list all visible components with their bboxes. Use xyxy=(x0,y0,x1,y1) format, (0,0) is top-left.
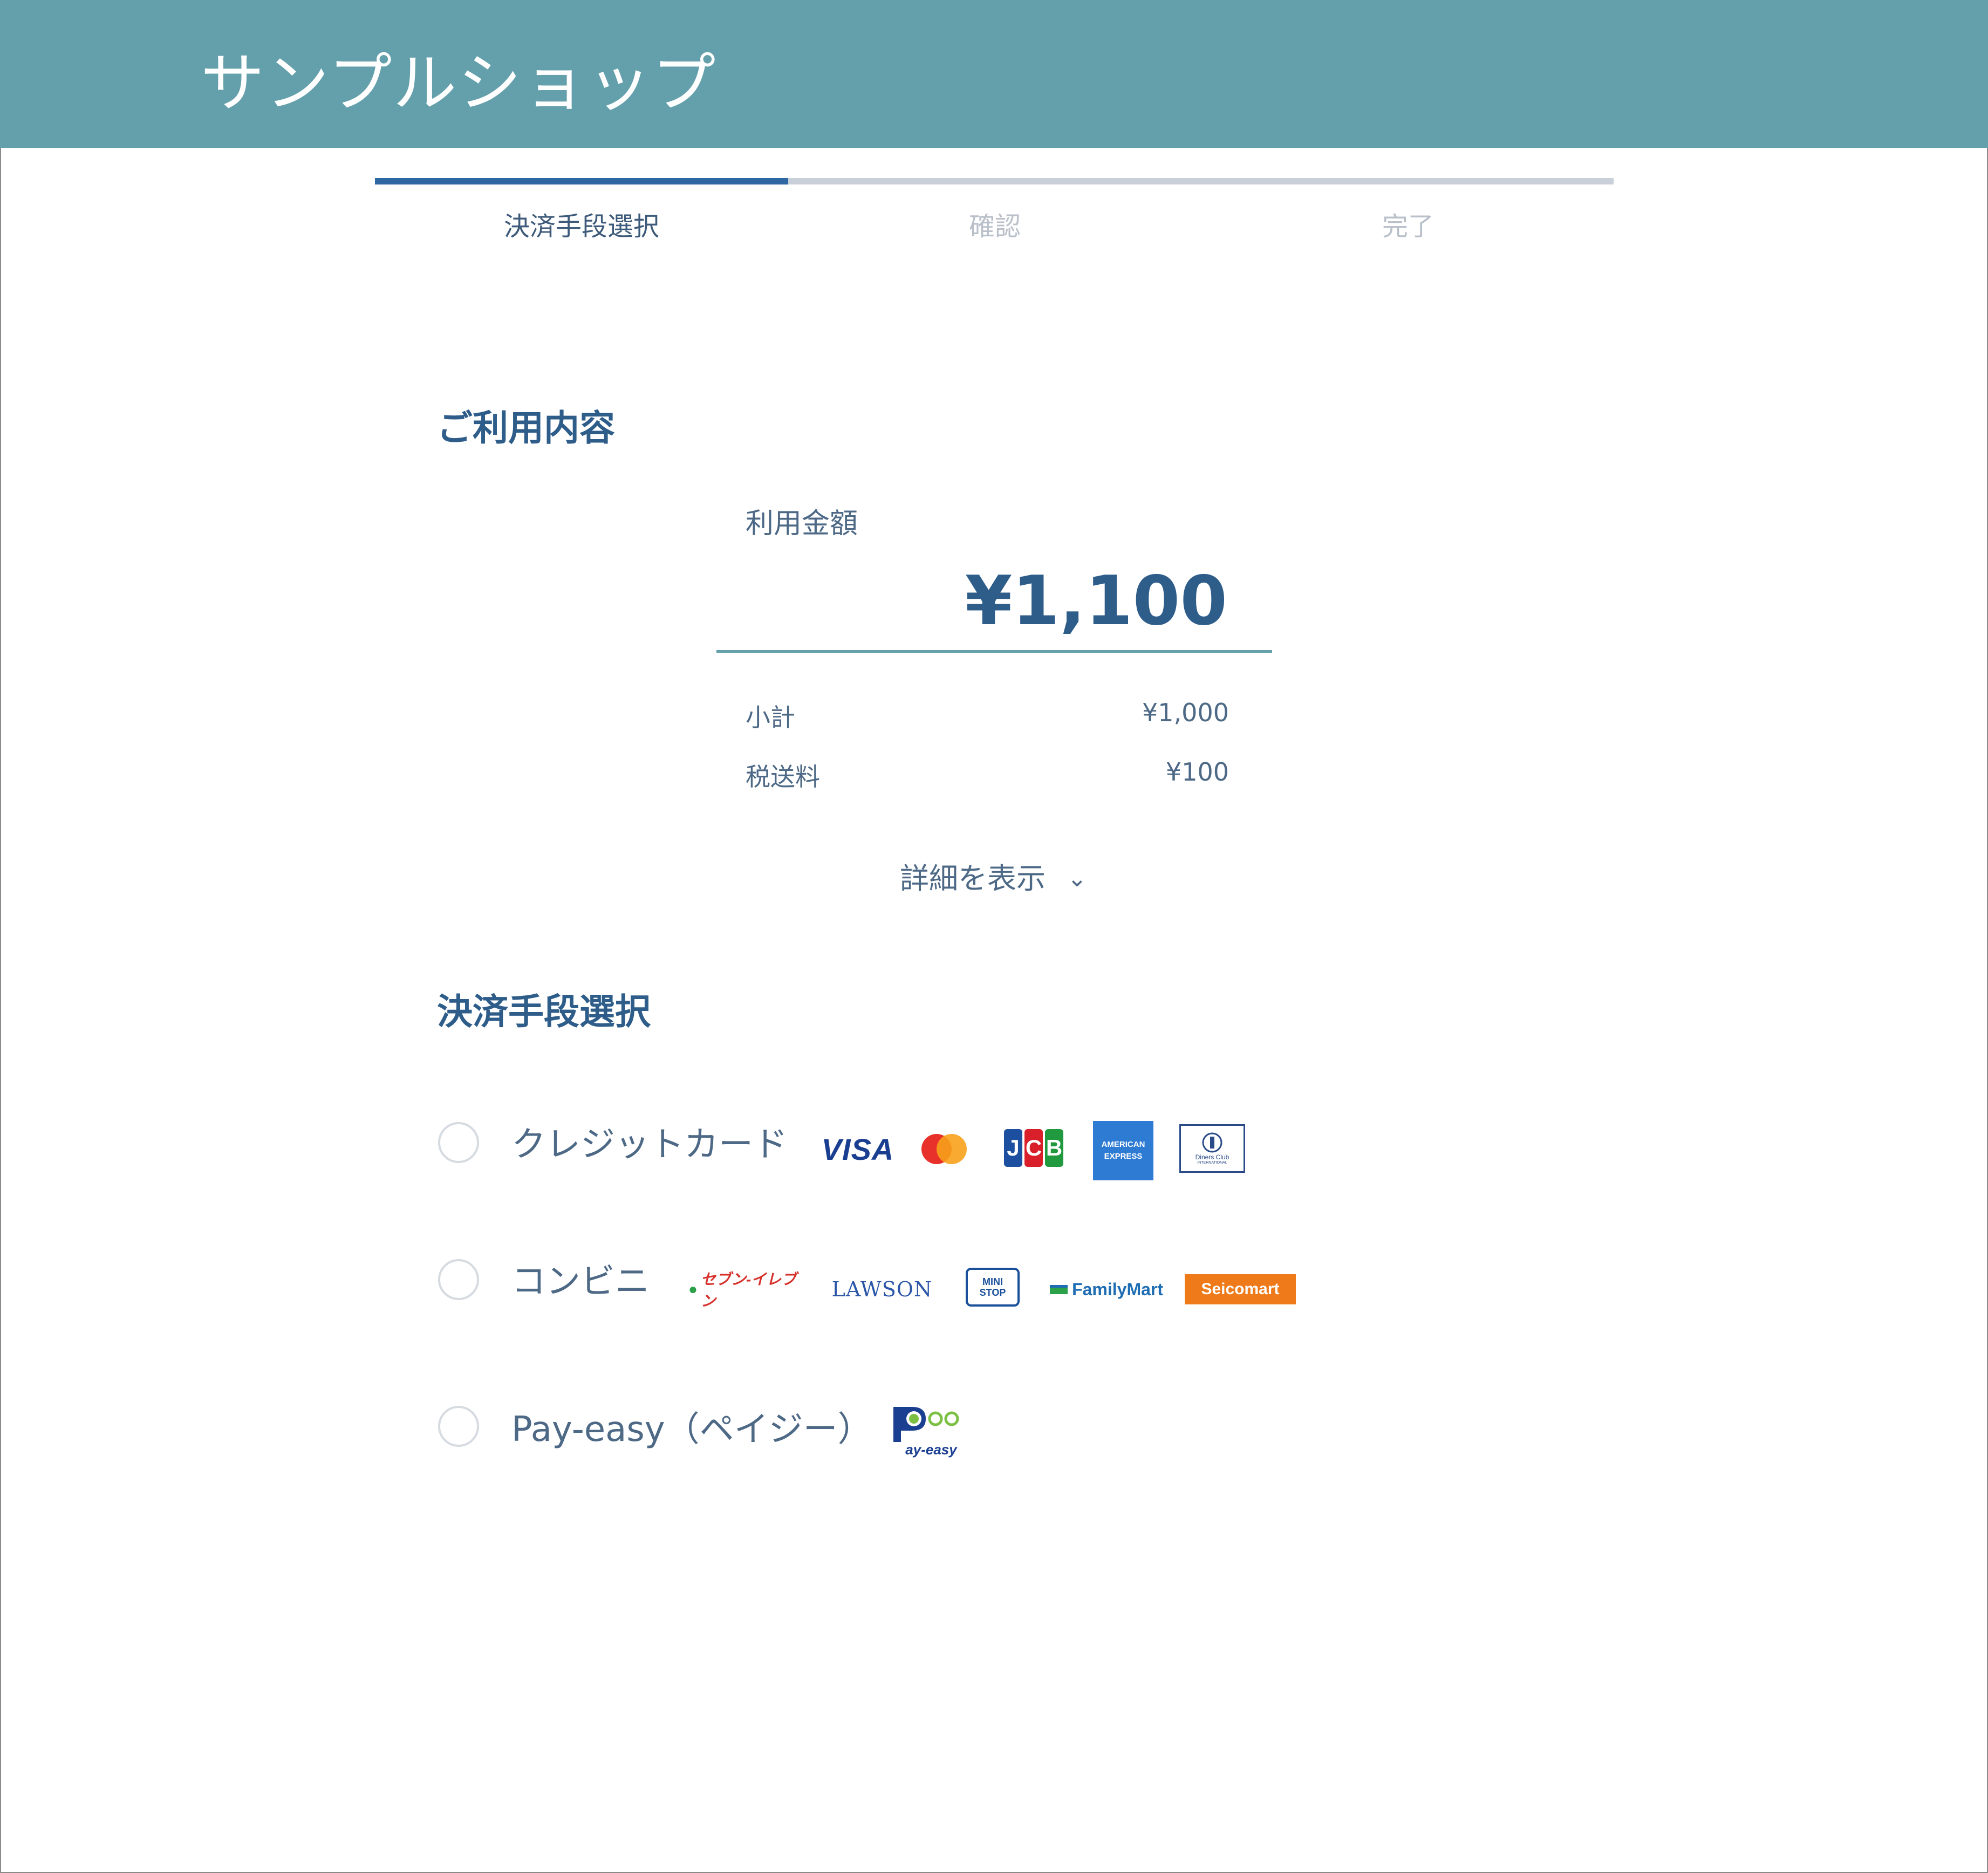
step-payment-method: 決済手段選択 xyxy=(503,211,659,242)
visa-logo-icon: VISA xyxy=(821,1132,894,1166)
seicomart-logo-icon: Seicomart xyxy=(1185,1274,1296,1304)
radio-pay-easy[interactable] xyxy=(438,1406,479,1447)
pay-easy-logo-icon: ay-easy xyxy=(883,1397,964,1462)
radio-credit-card[interactable] xyxy=(438,1122,479,1163)
subtotal-label: 小計 xyxy=(746,703,795,732)
method-convenience-store-label[interactable]: コンビニ xyxy=(511,1254,650,1303)
step-complete: 完了 xyxy=(1382,211,1434,242)
tax-shipping-value: ¥100 xyxy=(1165,757,1229,787)
site-header: サンプルショップ xyxy=(0,0,1988,148)
summary-title: ご利用内容 xyxy=(437,407,615,449)
show-details-label: 詳細を表示 xyxy=(900,862,1046,896)
amount-divider xyxy=(716,650,1272,653)
amount-label: 利用金額 xyxy=(746,508,858,540)
ministop-logo-icon: MINI STOP xyxy=(966,1268,1020,1307)
step-confirm: 確認 xyxy=(968,211,1021,242)
jcb-logo-icon: JCB xyxy=(1002,1122,1065,1174)
mastercard-logo-icon xyxy=(917,1127,971,1171)
tax-shipping-label: 税送料 xyxy=(746,762,820,791)
amex-logo-icon: AMERICAN EXPRESS xyxy=(1093,1121,1153,1180)
diners-logo-icon: Diners Club INTERNATIONAL xyxy=(1179,1124,1245,1173)
subtotal-value: ¥1,000 xyxy=(1142,698,1229,727)
shop-name: サンプルショップ xyxy=(201,46,717,120)
show-details-toggle[interactable]: 詳細を表示 ⌄ xyxy=(900,855,1087,897)
amount-value: ¥1,100 xyxy=(965,561,1227,640)
page-frame xyxy=(0,0,1988,1873)
familymart-logo-icon: FamilyMart xyxy=(1050,1273,1163,1305)
seven-eleven-logo-icon: ● セブン-イレブン xyxy=(688,1271,797,1309)
method-credit-card-label[interactable]: クレジットカード xyxy=(511,1117,788,1166)
progress-fill xyxy=(375,178,788,184)
radio-convenience-store[interactable] xyxy=(438,1259,479,1300)
payment-title: 決済手段選択 xyxy=(437,991,651,1033)
chevron-down-icon: ⌄ xyxy=(1067,865,1087,892)
lawson-logo-icon: LAWSON xyxy=(831,1277,933,1301)
method-pay-easy-label[interactable]: Pay-easy（ペイジー） xyxy=(511,1402,872,1451)
